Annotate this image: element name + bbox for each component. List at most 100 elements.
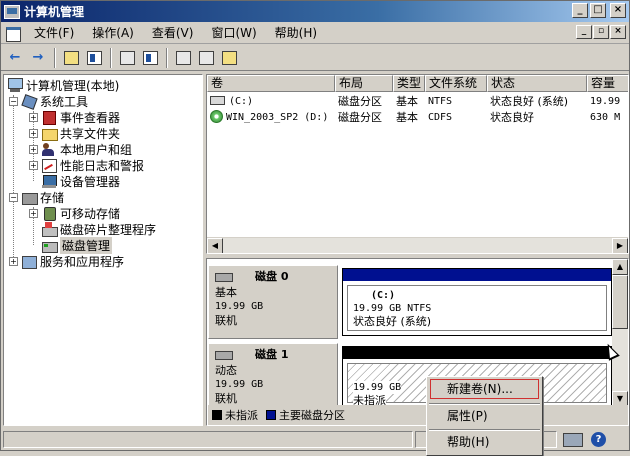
primary-partition-swatch bbox=[266, 410, 276, 420]
disk-header: 磁盘 1 bbox=[215, 348, 331, 362]
expand-toggle[interactable]: + bbox=[29, 112, 38, 122]
disk-settings-button[interactable] bbox=[218, 47, 240, 69]
refresh-button[interactable] bbox=[172, 47, 194, 69]
column-header-status[interactable]: 状态 bbox=[487, 75, 587, 92]
collapse-toggle[interactable]: − bbox=[9, 192, 18, 202]
system-tools-icon bbox=[21, 94, 37, 108]
disk-size: 19.99 GB bbox=[215, 301, 264, 312]
up-folder-icon bbox=[63, 50, 79, 65]
scroll-left-button[interactable]: ◀ bbox=[207, 238, 223, 253]
tree-item-event-viewer[interactable]: + 事件查看器 bbox=[29, 109, 120, 125]
tree-guide-line bbox=[13, 95, 14, 261]
scroll-thumb[interactable] bbox=[612, 275, 628, 329]
menu-bar: 文件(F) 操作(A) 查看(V) 窗口(W) 帮助(H) _ ▫ × bbox=[1, 22, 629, 44]
table-row[interactable]: WIN_2003_SP2 (D:) 磁盘分区 基本 CDFS 状态良好 630 … bbox=[207, 109, 628, 126]
disk-name: 磁盘 1 bbox=[255, 348, 289, 361]
expand-toggle[interactable]: + bbox=[9, 256, 18, 266]
tree-item-device-manager[interactable]: 设备管理器 bbox=[41, 173, 120, 189]
tree-item-computer-management[interactable]: 计算机管理(本地) bbox=[7, 77, 119, 93]
context-menu: 新建卷(N)... 属性(P) 帮助(H) bbox=[426, 376, 543, 456]
column-header-layout[interactable]: 布局 bbox=[335, 75, 393, 92]
maximize-button[interactable]: □ bbox=[590, 3, 606, 18]
tree-item-storage[interactable]: − 存储 bbox=[9, 189, 64, 205]
tree-item-shared-folders[interactable]: + 共享文件夹 bbox=[29, 125, 120, 141]
settings-button[interactable] bbox=[195, 47, 217, 69]
shared-folder-icon bbox=[41, 126, 58, 141]
mdi-close-button[interactable]: × bbox=[610, 25, 626, 39]
scroll-up-button[interactable]: ▲ bbox=[612, 259, 628, 275]
window-title: 计算机管理 bbox=[24, 5, 85, 19]
column-header-capacity[interactable]: 容量 bbox=[587, 75, 628, 92]
disk-0-info[interactable]: 磁盘 0 基本 19.99 GB 联机 bbox=[208, 265, 338, 339]
volume-list-header: 卷 布局 类型 文件系统 状态 容量 bbox=[207, 75, 628, 92]
menu-window[interactable]: 窗口(W) bbox=[202, 23, 265, 43]
volume-list: 卷 布局 类型 文件系统 状态 容量 (C:) 磁盘分区 基本 NTFS 状态良… bbox=[206, 74, 629, 254]
expand-toggle[interactable]: + bbox=[29, 208, 38, 218]
minimize-button[interactable]: _ bbox=[572, 3, 588, 18]
filesystem-cell: CDFS bbox=[428, 112, 453, 123]
up-one-level-button[interactable] bbox=[60, 47, 82, 69]
mdi-minimize-button[interactable]: _ bbox=[576, 25, 592, 39]
column-header-type[interactable]: 类型 bbox=[393, 75, 425, 92]
table-row[interactable]: (C:) 磁盘分区 基本 NTFS 状态良好 (系统) 19.99 bbox=[207, 93, 628, 110]
hard-disk-icon bbox=[215, 350, 233, 360]
tree-item-system-tools[interactable]: − 系统工具 bbox=[9, 93, 88, 109]
column-header-filesystem[interactable]: 文件系统 bbox=[425, 75, 487, 92]
menu-action[interactable]: 操作(A) bbox=[83, 23, 143, 43]
collapse-toggle[interactable]: − bbox=[9, 96, 18, 106]
menu-view[interactable]: 查看(V) bbox=[143, 23, 203, 43]
disk-name: 磁盘 0 bbox=[255, 270, 289, 283]
tree-item-disk-defragmenter[interactable]: 磁盘碎片整理程序 bbox=[41, 221, 156, 237]
legend-unallocated: 未指派 bbox=[225, 409, 258, 422]
tree-item-removable-storage[interactable]: + 可移动存储 bbox=[29, 205, 120, 221]
menu-file[interactable]: 文件(F) bbox=[25, 23, 83, 43]
disk-graphical-view: 磁盘 0 基本 19.99 GB 联机 (C:) 19.99 GB NTFS 状… bbox=[206, 258, 629, 426]
menu-separator bbox=[429, 403, 540, 405]
back-button[interactable]: ← bbox=[4, 47, 26, 69]
network-drive-icon[interactable] bbox=[563, 432, 583, 447]
title-bar[interactable]: 计算机管理 _ □ × bbox=[1, 1, 629, 22]
status-cell: 状态良好 bbox=[490, 111, 534, 124]
vertical-scrollbar[interactable]: ▲ ▼ bbox=[612, 259, 628, 407]
menu-item-properties[interactable]: 属性(P) bbox=[430, 406, 539, 426]
menu-item-help[interactable]: 帮助(H) bbox=[430, 432, 539, 452]
properties-icon bbox=[119, 50, 135, 65]
close-button[interactable]: × bbox=[610, 3, 626, 18]
partition-body: (C:) 19.99 GB NTFS 状态良好 (系统) bbox=[347, 285, 607, 331]
tree-item-label: 计算机管理(本地) bbox=[26, 78, 120, 93]
forward-button[interactable]: → bbox=[27, 47, 49, 69]
computer-icon bbox=[7, 78, 23, 92]
help-panel-icon bbox=[142, 50, 158, 65]
unallocated-bar bbox=[343, 347, 611, 359]
expand-toggle[interactable]: + bbox=[29, 128, 38, 138]
tree-item-disk-management[interactable]: 磁盘管理 bbox=[41, 236, 113, 254]
help-icon[interactable]: ? bbox=[591, 432, 606, 447]
properties-button[interactable] bbox=[116, 47, 138, 69]
computer-management-window: 计算机管理 _ □ × 文件(F) 操作(A) 查看(V) 窗口(W) 帮助(H… bbox=[0, 0, 630, 456]
help-button[interactable] bbox=[139, 47, 161, 69]
legend-primary: 主要磁盘分区 bbox=[279, 409, 345, 422]
tree-item-performance-logs[interactable]: + 性能日志和警报 bbox=[29, 157, 144, 173]
show-hide-tree-button[interactable] bbox=[83, 47, 105, 69]
partition-label: (C:) bbox=[371, 290, 396, 301]
volume-name: WIN_2003_SP2 (D:) bbox=[226, 112, 329, 123]
tree-item-label: 本地用户和组 bbox=[60, 142, 133, 157]
menu-item-new-volume[interactable]: 新建卷(N)... bbox=[430, 379, 539, 399]
menu-help[interactable]: 帮助(H) bbox=[266, 23, 326, 43]
column-header-volume[interactable]: 卷 bbox=[207, 75, 335, 92]
hard-disk-icon bbox=[215, 272, 233, 282]
performance-icon bbox=[41, 158, 57, 173]
document-window-icon[interactable] bbox=[4, 25, 22, 42]
tree-item-local-users-groups[interactable]: + 本地用户和组 bbox=[29, 141, 132, 157]
scroll-right-button[interactable]: ▶ bbox=[612, 238, 628, 253]
horizontal-scrollbar[interactable]: ◀ ▶ bbox=[207, 237, 628, 253]
tree-item-label: 性能日志和警报 bbox=[60, 158, 145, 173]
expand-toggle[interactable]: + bbox=[29, 144, 38, 154]
tree-item-label: 磁盘碎片整理程序 bbox=[60, 222, 157, 237]
tree-item-services-applications[interactable]: + 服务和应用程序 bbox=[9, 253, 124, 269]
expand-toggle[interactable]: + bbox=[29, 160, 38, 170]
mdi-restore-button[interactable]: ▫ bbox=[593, 25, 609, 39]
partition-c[interactable]: (C:) 19.99 GB NTFS 状态良好 (系统) bbox=[342, 268, 612, 336]
partition-status: 状态良好 (系统) bbox=[353, 315, 432, 328]
status-cell: 状态良好 (系统) bbox=[490, 95, 569, 108]
